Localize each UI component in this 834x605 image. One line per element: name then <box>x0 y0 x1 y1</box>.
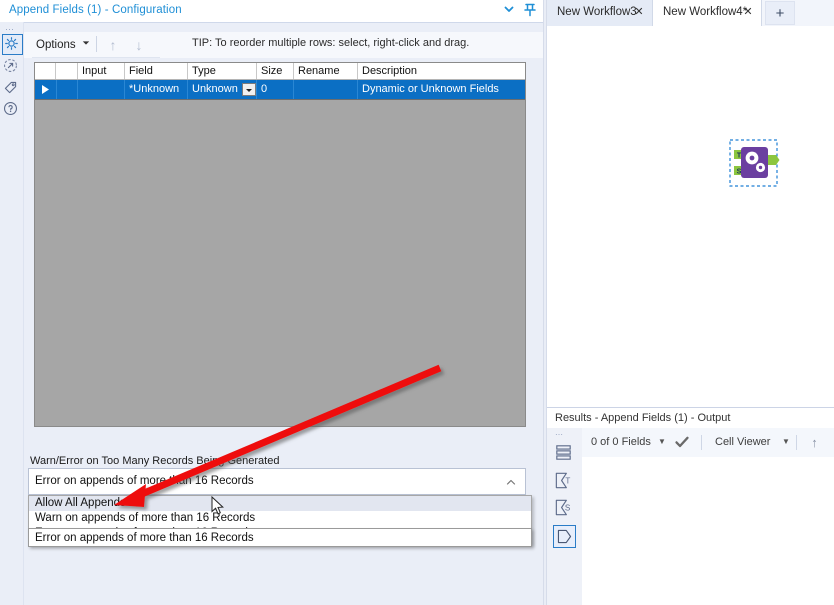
sum-t-icon[interactable]: T <box>553 470 576 493</box>
move-up-icon[interactable]: ↑ <box>103 35 123 55</box>
tab-new-workflow4[interactable]: New Workflow4* ✕ <box>653 0 762 26</box>
records-icon[interactable] <box>553 442 576 465</box>
fields-grid[interactable]: Input Field Type Size Rename Description… <box>34 62 526 427</box>
cell-input[interactable] <box>78 80 125 99</box>
chevron-down-icon[interactable] <box>81 36 91 54</box>
gear-icon[interactable] <box>2 34 23 55</box>
checkmark-icon[interactable] <box>674 434 690 450</box>
list-item[interactable]: Warn on appends of more than 16 Records <box>29 511 531 526</box>
toolbar-separator <box>796 435 797 450</box>
chevron-down-icon[interactable]: ▼ <box>782 437 790 446</box>
cell-viewer-button[interactable]: Cell Viewer <box>715 436 770 448</box>
add-tab-button[interactable]: + <box>765 1 795 25</box>
cell-field[interactable]: *Unknown <box>125 80 188 99</box>
grid-header-size[interactable]: Size <box>257 63 294 79</box>
chevron-up-icon[interactable] <box>505 476 517 488</box>
toolbar-underline <box>32 57 160 58</box>
results-icon-rail: ⋯ T S <box>547 428 583 605</box>
grid-header-type[interactable]: Type <box>188 63 257 79</box>
tab-label: New Workflow4* <box>663 6 747 18</box>
sum-s-icon[interactable]: S <box>553 497 576 520</box>
results-grid-empty[interactable] <box>582 457 834 605</box>
options-button[interactable]: Options <box>32 36 80 54</box>
combobox-selected-readout[interactable]: Error on appends of more than 16 Records <box>28 528 532 547</box>
results-panel: Results - Append Fields (1) - Output ⋯ T <box>547 407 834 605</box>
grid-header-rename[interactable]: Rename <box>294 63 358 79</box>
cell-description[interactable]: Dynamic or Unknown Fields <box>358 80 525 99</box>
workflow-area: New Workflow3 ✕ New Workflow4* ✕ + T S <box>547 0 834 605</box>
dropdown-label: Warn/Error on Too Many Records Being Gen… <box>30 455 279 467</box>
combobox-value: Error on appends of more than 16 Records <box>35 475 254 487</box>
results-title: Results - Append Fields (1) - Output <box>555 412 730 424</box>
help-icon[interactable] <box>2 100 21 119</box>
config-toolbar: Options ↑ ↓ TIP: To reorder multiple row… <box>24 32 543 58</box>
results-toolbar: 0 of 0 Fields ▼ Cell Viewer ▼ ↑ ↓ <box>582 428 834 458</box>
fields-count-label[interactable]: 0 of 0 Fields <box>591 436 651 448</box>
tip-text: TIP: To reorder multiple rows: select, r… <box>192 37 469 49</box>
grid-header-description[interactable]: Description <box>358 63 525 79</box>
app-window: Append Fields (1) - Configuration ⋯ <box>0 0 834 605</box>
results-grip-handle[interactable]: ⋯ <box>555 432 571 437</box>
configuration-titlebar: Append Fields (1) - Configuration <box>0 0 543 23</box>
workflow-canvas[interactable]: T S <box>547 26 834 407</box>
svg-text:T: T <box>565 476 570 485</box>
navigate-icon[interactable] <box>2 57 21 76</box>
toolbar-separator <box>96 36 97 52</box>
row-checkbox-cell[interactable] <box>56 80 78 99</box>
configuration-panel: Append Fields (1) - Configuration ⋯ <box>0 0 543 605</box>
grid-empty-area[interactable] <box>35 100 525 426</box>
toolbar-separator <box>701 435 702 450</box>
chevron-down-icon[interactable] <box>500 2 518 20</box>
svg-text:S: S <box>737 169 742 176</box>
grid-header-field[interactable]: Field <box>125 63 188 79</box>
grid-header-check <box>56 63 78 79</box>
config-icon-rail: ⋯ <box>0 22 24 605</box>
list-item[interactable]: Allow All Appends <box>29 496 531 511</box>
results-titlebar: Results - Append Fields (1) - Output <box>547 407 834 430</box>
row-selector-arrow[interactable] <box>35 80 57 99</box>
table-row[interactable]: *Unknown Unknown 0 Dynamic or Unknown Fi… <box>35 80 525 100</box>
move-up-icon[interactable]: ↑ <box>806 434 823 451</box>
rail-grip-handle[interactable]: ⋯ <box>5 27 18 32</box>
records-limit-combobox[interactable]: Error on appends of more than 16 Records <box>28 468 526 495</box>
chevron-down-icon[interactable]: ▼ <box>658 437 666 446</box>
tab-label: New Workflow3 <box>557 6 637 18</box>
move-down-icon[interactable]: ↓ <box>830 434 834 451</box>
grid-header-row: Input Field Type Size Rename Description <box>35 63 525 80</box>
append-fields-node[interactable]: T S <box>729 139 781 187</box>
tag-icon[interactable] <box>2 79 21 98</box>
close-icon[interactable]: ✕ <box>632 5 646 19</box>
close-icon[interactable]: ✕ <box>741 5 755 19</box>
move-down-icon[interactable]: ↓ <box>129 35 149 55</box>
cell-size[interactable]: 0 <box>257 80 294 99</box>
combobox-selected-value: Error on appends of more than 16 Records <box>35 532 254 544</box>
output-d-icon[interactable] <box>553 525 576 548</box>
pin-icon[interactable] <box>521 2 539 20</box>
grid-header-marker <box>35 63 56 79</box>
svg-text:S: S <box>565 503 571 512</box>
tab-new-workflow3[interactable]: New Workflow3 ✕ <box>547 0 653 26</box>
type-dropdown-icon[interactable] <box>242 83 256 96</box>
cell-rename[interactable] <box>294 80 358 99</box>
workflow-tabstrip: New Workflow3 ✕ New Workflow4* ✕ + <box>547 0 834 27</box>
page-title: Append Fields (1) - Configuration <box>9 4 182 16</box>
grid-header-input[interactable]: Input <box>78 63 125 79</box>
